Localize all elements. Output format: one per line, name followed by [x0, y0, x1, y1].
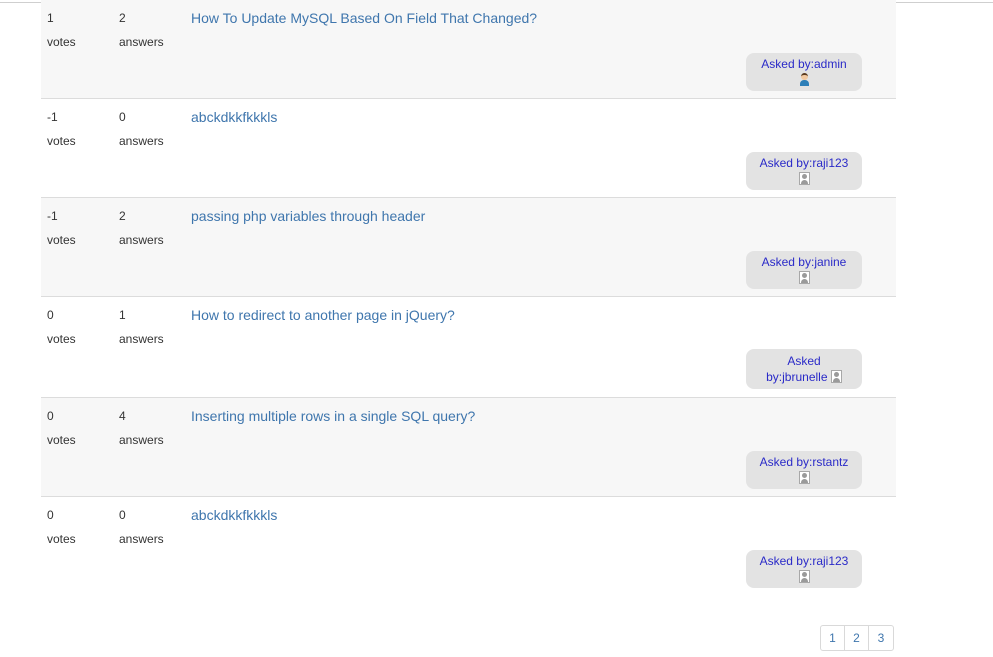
default-avatar-icon: [798, 271, 810, 284]
default-avatar-icon: [830, 370, 842, 383]
asked-by-username: admin: [814, 57, 847, 71]
asked-by-username: rstantz: [812, 455, 849, 469]
default-avatar-icon: [798, 172, 810, 185]
votes-label: votes: [47, 433, 76, 447]
user-avatar-icon: [799, 73, 810, 86]
votes-count: -1 votes: [47, 204, 76, 252]
question-row: 0 votes 1 answers How to redirect to ano…: [41, 297, 896, 398]
question-title-link[interactable]: abckdkkfkkkls: [191, 507, 277, 523]
asked-by-prefix: Asked by:: [759, 455, 813, 469]
answers-label: answers: [119, 532, 164, 546]
question-row: -1 votes 2 answers passing php variables…: [41, 198, 896, 297]
question-title-link[interactable]: abckdkkfkkkls: [191, 109, 277, 125]
asked-by-prefix: Asked by:: [761, 57, 814, 71]
answers-label: answers: [119, 433, 164, 447]
answers-label: answers: [119, 134, 164, 148]
asked-by-badge[interactable]: Asked by:raji123: [746, 550, 862, 588]
votes-number: 0: [47, 409, 54, 423]
answers-number: 1: [119, 308, 126, 322]
asked-by-badge[interactable]: Asked by:raji123: [746, 152, 862, 190]
answers-count: 1 answers: [119, 303, 164, 351]
pagination: 1 2 3: [820, 625, 894, 651]
answers-number: 0: [119, 508, 126, 522]
answers-number: 0: [119, 110, 126, 124]
question-row: 1 votes 2 answers How To Update MySQL Ba…: [41, 0, 896, 99]
question-row: 0 votes 4 answers Inserting multiple row…: [41, 398, 896, 497]
votes-label: votes: [47, 233, 76, 247]
asked-by-prefix: Asked by:: [759, 554, 813, 568]
asked-by-username: jbrunelle: [782, 370, 828, 384]
asked-by-badge[interactable]: Asked by:jbrunelle: [746, 349, 862, 389]
asked-by-username: janine: [814, 255, 847, 269]
question-row: -1 votes 0 answers abckdkkfkkkls Asked b…: [41, 99, 896, 198]
votes-count: 0 votes: [47, 503, 76, 551]
votes-count: 1 votes: [47, 6, 76, 54]
answers-count: 2 answers: [119, 6, 164, 54]
question-list: 1 votes 2 answers How To Update MySQL Ba…: [41, 0, 896, 595]
page-link-1[interactable]: 1: [821, 626, 845, 650]
votes-label: votes: [47, 134, 76, 148]
default-avatar-icon: [798, 471, 810, 484]
answers-label: answers: [119, 233, 164, 247]
votes-count: 0 votes: [47, 404, 76, 452]
asked-by-badge[interactable]: Asked by:janine: [746, 251, 862, 289]
question-row: 0 votes 0 answers abckdkkfkkkls Asked by…: [41, 497, 896, 595]
question-title-link[interactable]: Inserting multiple rows in a single SQL …: [191, 408, 475, 424]
question-title-link[interactable]: How to redirect to another page in jQuer…: [191, 307, 455, 323]
asked-by-badge[interactable]: Asked by:admin: [746, 53, 862, 91]
page-link-2[interactable]: 2: [845, 626, 869, 650]
question-title-link[interactable]: passing php variables through header: [191, 208, 425, 224]
answers-number: 2: [119, 209, 126, 223]
votes-number: 0: [47, 308, 54, 322]
answers-number: 4: [119, 409, 126, 423]
votes-number: -1: [47, 110, 58, 124]
default-avatar-icon: [798, 570, 810, 583]
votes-number: -1: [47, 209, 58, 223]
asked-by-username: raji123: [812, 156, 849, 170]
answers-count: 4 answers: [119, 404, 164, 452]
question-title-link[interactable]: How To Update MySQL Based On Field That …: [191, 10, 537, 26]
answers-label: answers: [119, 35, 164, 49]
votes-number: 0: [47, 508, 54, 522]
asked-by-prefix: Asked by:: [759, 156, 813, 170]
votes-label: votes: [47, 532, 76, 546]
answers-label: answers: [119, 332, 164, 346]
votes-label: votes: [47, 332, 76, 346]
page-link-3[interactable]: 3: [869, 626, 893, 650]
asked-by-prefix: Asked: [787, 354, 821, 368]
asked-by-username: raji123: [812, 554, 849, 568]
votes-label: votes: [47, 35, 76, 49]
answers-count: 0 answers: [119, 503, 164, 551]
answers-count: 2 answers: [119, 204, 164, 252]
votes-count: 0 votes: [47, 303, 76, 351]
asked-by-prefix-cont: by:: [766, 370, 783, 384]
asked-by-prefix: Asked by:: [761, 255, 815, 269]
answers-count: 0 answers: [119, 105, 164, 153]
votes-count: -1 votes: [47, 105, 76, 153]
answers-number: 2: [119, 11, 126, 25]
votes-number: 1: [47, 11, 54, 25]
asked-by-badge[interactable]: Asked by:rstantz: [746, 451, 862, 489]
